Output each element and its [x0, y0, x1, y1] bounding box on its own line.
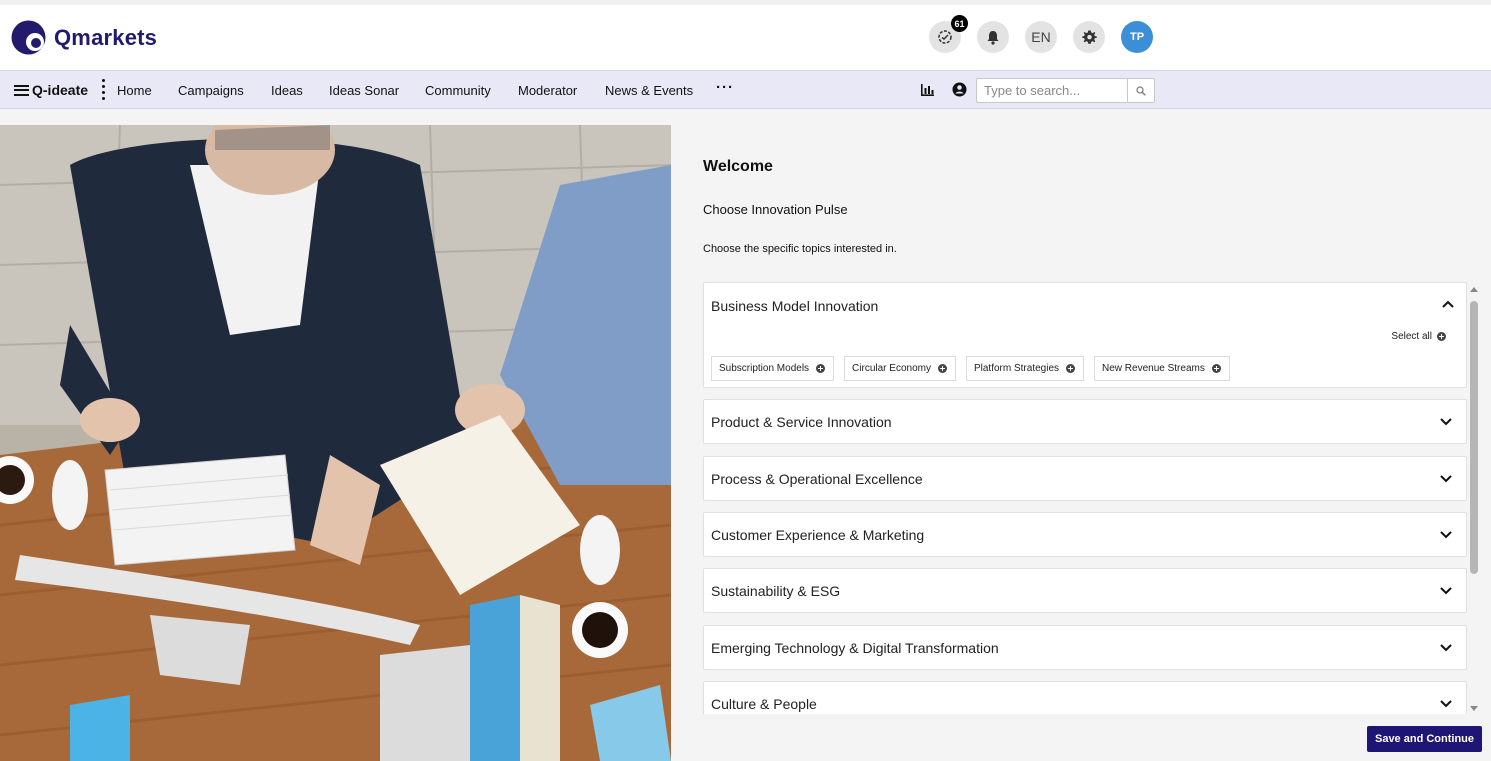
- topic-chip[interactable]: New Revenue Streams: [1094, 356, 1230, 381]
- page-title: Welcome: [703, 158, 773, 175]
- chevron-down-icon: [1440, 418, 1452, 426]
- nav-community[interactable]: Community: [425, 83, 491, 98]
- activity-count-badge: 61: [951, 15, 968, 32]
- topic-chip[interactable]: Platform Strategies: [965, 356, 1085, 381]
- hamburger-icon: [14, 84, 29, 96]
- instructions-text: Choose the specific topics interested in…: [703, 243, 897, 255]
- plus-icon: [1437, 332, 1446, 341]
- chevron-up-icon: [1442, 300, 1454, 308]
- nav-moderator[interactable]: Moderator: [518, 83, 577, 98]
- category-title: Culture & People: [711, 696, 817, 712]
- hero-image: [0, 125, 671, 761]
- category-title: Customer Experience & Marketing: [711, 527, 925, 543]
- bell-icon: [987, 30, 999, 45]
- brand-logo[interactable]: Qmarkets: [11, 20, 157, 55]
- nav-ideas-sonar[interactable]: Ideas Sonar: [329, 83, 399, 98]
- module-switcher[interactable]: Q-ideate: [14, 82, 88, 98]
- topic-chip[interactable]: Circular Economy: [844, 356, 956, 381]
- language-button[interactable]: EN: [1025, 21, 1057, 53]
- statistics-icon[interactable]: [920, 83, 935, 102]
- topic-label: Subscription Models: [719, 363, 810, 374]
- top-header: Qmarkets 61 EN TP: [0, 0, 1491, 70]
- main-navbar: Q-ideate Home Campaigns Ideas Ideas Sona…: [0, 70, 1491, 109]
- category-accordion: Business Model Innovation Select all Sub…: [703, 282, 1467, 714]
- category-culture-people[interactable]: Culture & People: [703, 681, 1467, 714]
- topic-label: Circular Economy: [852, 363, 931, 374]
- category-header[interactable]: Business Model Innovation: [704, 283, 1467, 327]
- profile-icon[interactable]: [952, 82, 967, 102]
- search-icon: [1136, 85, 1146, 96]
- category-business-model-innovation: Business Model Innovation Select all Sub…: [703, 282, 1467, 388]
- plus-icon: [816, 364, 826, 373]
- scroll-up-arrow[interactable]: [1470, 287, 1478, 292]
- search-box: [976, 78, 1155, 103]
- qmarkets-logo-icon: [11, 20, 46, 55]
- category-process-operational-excellence[interactable]: Process & Operational Excellence: [703, 456, 1467, 501]
- topic-label: Platform Strategies: [973, 363, 1060, 374]
- nav-campaigns[interactable]: Campaigns: [178, 83, 244, 98]
- category-title: Product & Service Innovation: [711, 414, 892, 430]
- category-scrollbar[interactable]: [1468, 285, 1480, 713]
- user-avatar[interactable]: TP: [1121, 21, 1153, 53]
- chevron-down-icon: [1440, 475, 1452, 483]
- nav-news-events[interactable]: News & Events: [605, 83, 693, 98]
- search-button[interactable]: [1127, 79, 1154, 102]
- category-title: Emerging Technology & Digital Transforma…: [711, 640, 999, 656]
- onboarding-panel: Welcome Choose Innovation Pulse Choose t…: [671, 110, 1491, 761]
- plus-icon: [1066, 364, 1076, 373]
- select-all-button[interactable]: Select all: [1391, 331, 1446, 342]
- category-customer-experience-marketing[interactable]: Customer Experience & Marketing: [703, 512, 1467, 557]
- module-name: Q-ideate: [32, 82, 89, 98]
- chevron-down-icon: [1440, 644, 1452, 652]
- category-emerging-technology[interactable]: Emerging Technology & Digital Transforma…: [703, 625, 1467, 670]
- scroll-down-arrow[interactable]: [1470, 706, 1478, 711]
- settings-button[interactable]: [1073, 21, 1105, 53]
- chevron-down-icon: [1440, 531, 1452, 539]
- gear-icon: [1081, 29, 1097, 44]
- topic-chip[interactable]: Subscription Models: [711, 356, 835, 381]
- notifications-button[interactable]: [977, 21, 1009, 53]
- category-title: Business Model Innovation: [711, 298, 879, 314]
- plus-icon: [1211, 364, 1221, 373]
- brand-name: Qmarkets: [54, 24, 158, 50]
- scrollbar-thumb[interactable]: [1470, 301, 1478, 574]
- activity-button[interactable]: 61: [929, 15, 968, 53]
- pulse-heading: Choose Innovation Pulse: [703, 202, 848, 217]
- chevron-down-icon: [1440, 587, 1452, 595]
- save-and-continue-button[interactable]: Save and Continue: [1367, 726, 1482, 752]
- vertical-dots-icon[interactable]: [102, 79, 105, 100]
- chevron-down-icon: [1440, 700, 1452, 708]
- nav-more-button[interactable]: ···: [716, 79, 734, 96]
- category-sustainability-esg[interactable]: Sustainability & ESG: [703, 568, 1467, 613]
- nav-home[interactable]: Home: [117, 83, 152, 98]
- plus-icon: [937, 364, 947, 373]
- category-product-service-innovation[interactable]: Product & Service Innovation: [703, 399, 1467, 444]
- select-all-label: Select all: [1391, 331, 1432, 342]
- nav-ideas[interactable]: Ideas: [271, 83, 303, 98]
- topic-label: New Revenue Streams: [1102, 363, 1205, 374]
- search-input[interactable]: [977, 79, 1127, 102]
- category-title: Process & Operational Excellence: [711, 471, 923, 487]
- category-title: Sustainability & ESG: [711, 583, 841, 599]
- activity-icon: [938, 30, 952, 44]
